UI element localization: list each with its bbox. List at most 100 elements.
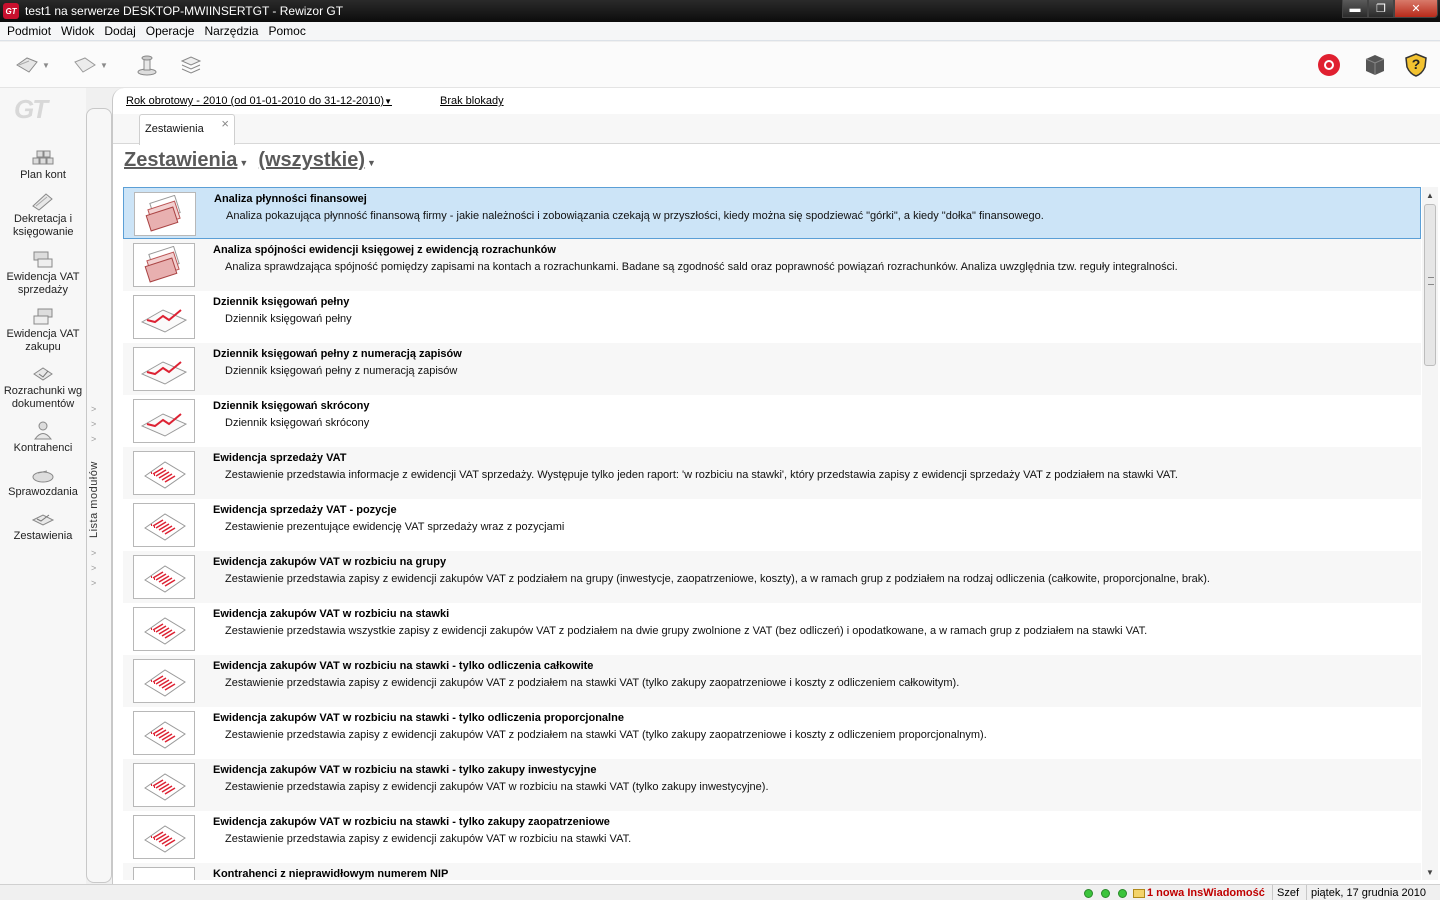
maximize-button[interactable]: ❐ [1368, 0, 1394, 18]
lock-status-link[interactable]: Brak blokady [440, 95, 504, 107]
filter-dropdown[interactable]: (wszystkie) [258, 149, 365, 172]
page-heading: Zestawienia ▼ (wszystkie) ▼ [124, 149, 386, 172]
report-title: Ewidencja zakupów VAT w rozbiciu na staw… [213, 712, 624, 724]
report-description: Zestawienie przedstawia zapisy z ewidenc… [225, 781, 769, 793]
list-document-icon [133, 659, 195, 703]
tab-zestawienia[interactable]: Zestawienia × [139, 114, 235, 145]
package-button[interactable] [1362, 50, 1388, 80]
report-row[interactable]: Ewidencja zakupów VAT w rozbiciu na staw… [123, 603, 1421, 655]
report-title: Ewidencja zakupów VAT w rozbiciu na grup… [213, 556, 447, 568]
report-description: Dziennik księgowań pełny [225, 313, 352, 325]
nav-label: Plan kont [20, 169, 66, 181]
settlements-icon [29, 362, 57, 384]
report-title: Dziennik księgowań skrócony [213, 400, 370, 412]
line-chart-icon [133, 347, 195, 391]
report-description: Zestawienie przedstawia informacje z ewi… [225, 469, 1178, 481]
scroll-down-icon[interactable]: ▼ [1422, 864, 1438, 880]
dropdown-arrow-icon: ▼ [100, 60, 108, 70]
category-dropdown[interactable]: Zestawienia [124, 149, 237, 172]
close-button[interactable]: ✕ [1394, 0, 1438, 18]
vat-purchase-icon [29, 305, 57, 327]
stamp-icon [134, 53, 160, 77]
back-button[interactable]: ▼ [14, 50, 50, 80]
report-description: Zestawienie przedstawia zapisy z ewidenc… [225, 729, 987, 741]
minimize-button[interactable]: ▬ [1342, 0, 1368, 18]
help-question-label: ? [1411, 56, 1421, 72]
menu-bar: Podmiot Widok Dodaj Operacje Narzędzia P… [0, 22, 1440, 41]
dropdown-arrow-icon: ▼ [239, 158, 249, 168]
fiscal-year-selector[interactable]: Rok obrotowy - 2010 (od 01-01-2010 do 31… [126, 95, 392, 107]
nav-label: Sprawozdania [8, 486, 78, 498]
nav-sprawozdania[interactable]: Sprawozdania [0, 463, 86, 499]
line-chart-icon [133, 867, 195, 880]
report-description: Zestawienie przedstawia wszystkie zapisy… [225, 625, 1148, 637]
nav-dekretacja[interactable]: Dekretacja i księgowanie [0, 190, 86, 239]
report-description: Dziennik księgowań skrócony [225, 417, 370, 429]
report-row[interactable]: Dziennik księgowań pełny Dziennik księgow… [123, 291, 1421, 343]
list-document-icon [133, 763, 195, 807]
report-row[interactable]: Dziennik księgowań skrócony Dziennik księ… [123, 395, 1421, 447]
chart-of-accounts-icon [29, 146, 57, 168]
statements-icon [29, 507, 57, 529]
layers-icon [178, 53, 204, 77]
vertical-scrollbar[interactable]: ▲ ▼ [1422, 187, 1438, 880]
help-button[interactable]: ? [1403, 50, 1429, 80]
report-row[interactable]: Ewidencja sprzedaży VAT Zestawienie przed… [123, 447, 1421, 499]
nav-plan-kont[interactable]: Plan kont [0, 146, 86, 182]
nav-kontrahenci[interactable]: Kontrahenci [0, 419, 86, 455]
status-bar: 1 nowa InsWiadomość Szef piątek, 17 grud… [0, 884, 1440, 900]
report-title: Ewidencja sprzedaży VAT [213, 452, 347, 464]
menu-dodaj[interactable]: Dodaj [101, 24, 142, 38]
current-date: piątek, 17 grudnia 2010 [1306, 885, 1426, 900]
layers-button[interactable] [178, 50, 204, 80]
close-icon[interactable]: × [221, 116, 229, 131]
report-title: Analiza płynności finansowej [214, 193, 367, 205]
forward-button[interactable]: ▼ [72, 50, 108, 80]
report-row[interactable]: Analiza spójności ewidencji księgowej z … [123, 239, 1421, 291]
contractors-icon [29, 419, 57, 441]
posting-icon [29, 190, 57, 212]
menu-narzedzia[interactable]: Narzędzia [201, 24, 265, 38]
report-row[interactable]: Ewidencja zakupów VAT w rozbiciu na grup… [123, 551, 1421, 603]
nav-vat-sprzedazy[interactable]: Ewidencja VAT sprzedaży [0, 248, 86, 297]
list-document-icon [133, 451, 195, 495]
report-row[interactable]: Ewidencja zakupów VAT w rozbiciu na staw… [123, 811, 1421, 863]
vat-sales-icon [29, 248, 57, 270]
report-row[interactable]: Ewidencja sprzedaży VAT - pozycje Zestawi… [123, 499, 1421, 551]
nav-label: Zestawienia [13, 530, 73, 542]
menu-widok[interactable]: Widok [58, 24, 101, 38]
notification-link[interactable]: 1 nowa InsWiadomość [1144, 885, 1265, 900]
module-list-label: Lista modułów [88, 461, 100, 538]
line-chart-icon [133, 295, 195, 339]
nav-label: Rozrachunki wg dokumentów [3, 385, 83, 410]
money-stack-icon [133, 243, 195, 287]
title-bar: GT test1 na serwerze DESKTOP-MWIINSERTGT… [0, 0, 1440, 22]
nav-vat-zakupu[interactable]: Ewidencja VAT zakupu [0, 305, 86, 354]
module-list-strip[interactable]: > > > Lista modułów > > > [86, 108, 112, 883]
chevron-right-icon: > [91, 563, 97, 573]
menu-podmiot[interactable]: Podmiot [4, 24, 58, 38]
report-description: Analiza sprawdzająca spójność pomiędzy z… [225, 261, 1178, 273]
nav-label: Ewidencja VAT zakupu [6, 328, 80, 353]
menu-operacje[interactable]: Operacje [143, 24, 202, 38]
menu-pomoc[interactable]: Pomoc [265, 24, 312, 38]
report-row[interactable]: Ewidencja zakupów VAT w rozbiciu na staw… [123, 655, 1421, 707]
nav-zestawienia[interactable]: Zestawienia [0, 507, 86, 543]
report-title: Ewidencja zakupów VAT w rozbiciu na staw… [213, 764, 597, 776]
nav-rozrachunki[interactable]: Rozrachunki wg dokumentów [0, 362, 86, 411]
nav-label: Ewidencja VAT sprzedaży [6, 271, 80, 296]
report-title: Dziennik księgowań pełny z numeracją zap… [213, 348, 462, 360]
scroll-up-icon[interactable]: ▲ [1422, 187, 1438, 203]
scroll-thumb[interactable] [1424, 204, 1436, 366]
report-row[interactable]: Kontrahenci z nieprawidłowym numerem NIP [123, 863, 1421, 880]
box-icon [1362, 53, 1388, 77]
stamp-button[interactable] [134, 50, 160, 80]
lifebuoy-icon [1316, 53, 1342, 77]
report-row[interactable]: Dziennik księgowań pełny z numeracją zap… [123, 343, 1421, 395]
report-row[interactable]: Analiza płynności finansowej Analiza poka… [123, 187, 1421, 239]
report-row[interactable]: Ewidencja zakupów VAT w rozbiciu na staw… [123, 759, 1421, 811]
report-description: Zestawienie prezentujące ewidencję VAT s… [225, 521, 565, 533]
support-button[interactable] [1316, 50, 1342, 80]
report-title: Dziennik księgowań pełny [213, 296, 350, 308]
report-row[interactable]: Ewidencja zakupów VAT w rozbiciu na staw… [123, 707, 1421, 759]
